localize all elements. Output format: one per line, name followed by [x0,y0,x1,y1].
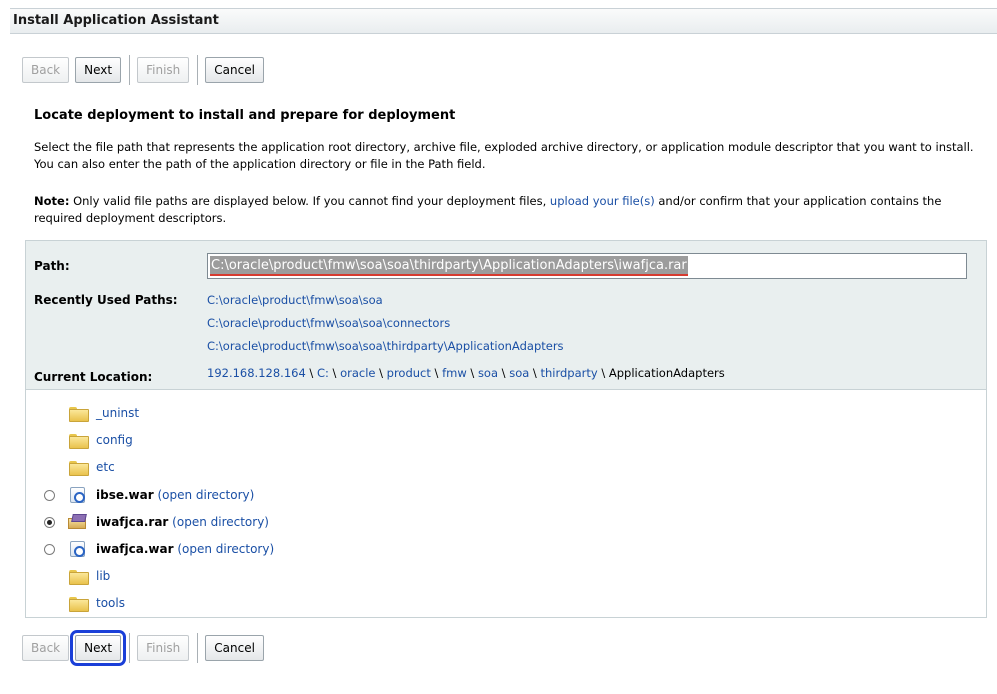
note-text: Note: Only valid file paths are displaye… [34,193,984,227]
crumb-separator: \ [498,366,510,380]
section-heading: Locate deployment to install and prepare… [34,108,456,123]
archive-icon [70,541,85,557]
crumb-host[interactable]: 192.168.128.164 [207,366,306,380]
crumb-drive[interactable]: C: [317,366,329,380]
toolbar-separator [197,55,200,85]
back-button[interactable]: Back [22,57,70,83]
recent-paths-label: Recently Used Paths: [34,293,178,307]
toolbar-separator [129,55,132,85]
select-radio[interactable] [44,516,55,528]
crumb-separator: \ [597,366,609,380]
crumb-soa[interactable]: soa [478,366,498,380]
cancel-button[interactable]: Cancel [205,57,264,83]
description-text: Select the file path that represents the… [34,140,974,171]
rar-archive-icon [68,514,88,530]
folder-link[interactable]: tools [96,596,125,610]
upload-files-link[interactable]: upload your file(s) [550,194,655,208]
folder-icon [69,596,89,612]
path-input-value: C:\oracle\product\fmw\soa\soa\thirdparty… [210,256,688,276]
folder-link[interactable]: _uninst [96,406,139,420]
back-button[interactable]: Back [22,635,70,661]
folder-icon [69,569,89,585]
crumb-product[interactable]: product [387,366,431,380]
toolbar-separator [129,633,132,663]
crumb-oracle[interactable]: oracle [340,366,375,380]
crumb-separator: \ [466,366,478,380]
top-button-bar: Back Next Finish Cancel [22,55,270,85]
crumb-separator: \ [375,366,387,380]
note-text-before: Only valid file paths are displayed belo… [69,194,550,208]
archive-icon [70,487,85,503]
select-radio[interactable] [44,489,55,501]
folder-icon [69,433,89,449]
path-label: Path: [34,259,70,273]
item-name: iwafjca.war [96,542,174,556]
item-label: iwafjca.war (open directory) [96,542,274,556]
cancel-button[interactable]: Cancel [205,635,264,661]
item-label: iwafjca.rar (open directory) [96,515,269,529]
crumb-fmw[interactable]: fmw [442,366,467,380]
crumb-separator: \ [430,366,443,380]
folder-icon [69,406,89,422]
folder-icon [69,460,89,476]
folder-link[interactable]: etc [96,460,115,474]
current-location-label: Current Location: [34,370,153,384]
folder-link[interactable]: lib [96,569,110,583]
next-button[interactable]: Next [70,630,127,666]
item-label: ibse.war (open directory) [96,488,254,502]
page-title: Install Application Assistant [10,8,997,34]
path-panel: Path: C:\oracle\product\fmw\soa\soa\thir… [25,240,987,390]
open-directory-link[interactable]: (open directory) [177,542,274,556]
recent-path-link[interactable]: C:\oracle\product\fmw\soa\soa\connectors [207,316,450,330]
note-label: Note: [34,194,70,208]
crumb-separator: \ [328,366,341,380]
bottom-button-bar: Back Next Finish Cancel [22,630,270,666]
crumb-separator: \ [305,366,317,380]
open-directory-link[interactable]: (open directory) [157,488,254,502]
recent-path-link[interactable]: C:\oracle\product\fmw\soa\soa\thirdparty… [207,339,564,353]
breadcrumb: 192.168.128.164 \ C: \ oracle \ product … [207,366,725,380]
crumb-thirdparty[interactable]: thirdparty [540,366,597,380]
recent-path-link[interactable]: C:\oracle\product\fmw\soa\soa [207,293,383,307]
crumb-soa-2[interactable]: soa [509,366,529,380]
toolbar-separator [197,633,200,663]
next-button[interactable]: Next [75,57,122,83]
crumb-separator: \ [529,366,541,380]
select-radio[interactable] [44,543,55,555]
item-name: iwafjca.rar [96,515,169,529]
folder-link[interactable]: config [96,433,133,447]
path-input[interactable]: C:\oracle\product\fmw\soa\soa\thirdparty… [207,253,967,279]
finish-button[interactable]: Finish [137,635,190,661]
crumb-current: ApplicationAdapters [608,366,725,380]
item-name: ibse.war [96,488,154,502]
open-directory-link[interactable]: (open directory) [172,515,269,529]
file-tree: _uninst config etc ibse.war (open direct… [25,390,987,618]
finish-button[interactable]: Finish [137,57,190,83]
